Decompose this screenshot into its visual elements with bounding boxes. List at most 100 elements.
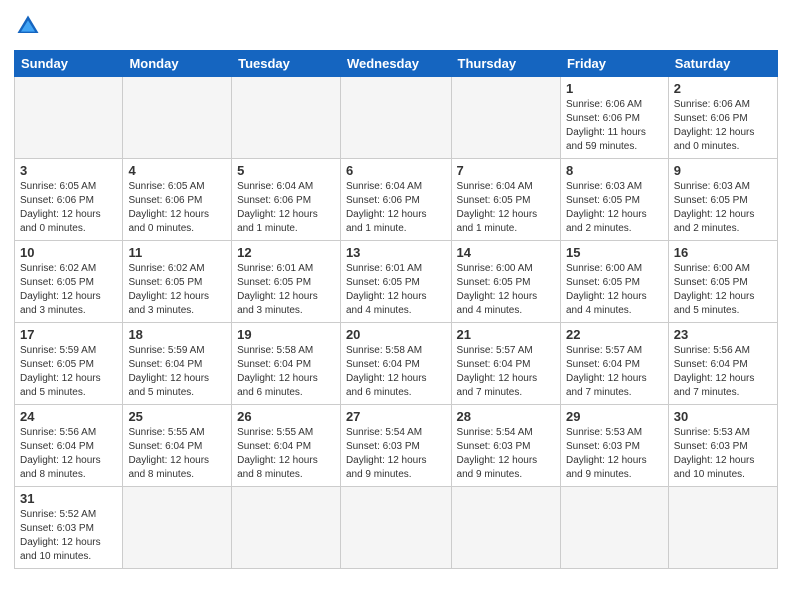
day-info: Sunrise: 5:54 AM Sunset: 6:03 PM Dayligh…: [457, 426, 555, 482]
day-info: Sunrise: 5:57 AM Sunset: 6:04 PM Dayligh…: [566, 344, 663, 400]
day-info: Sunrise: 5:52 AM Sunset: 6:03 PM Dayligh…: [20, 508, 117, 564]
day-number: 7: [457, 163, 555, 178]
day-info: Sunrise: 5:56 AM Sunset: 6:04 PM Dayligh…: [20, 426, 117, 482]
day-cell: 8Sunrise: 6:03 AM Sunset: 6:05 PM Daylig…: [560, 159, 668, 241]
day-info: Sunrise: 5:58 AM Sunset: 6:04 PM Dayligh…: [346, 344, 446, 400]
day-cell: 16Sunrise: 6:00 AM Sunset: 6:05 PM Dayli…: [668, 241, 777, 323]
day-info: Sunrise: 6:06 AM Sunset: 6:06 PM Dayligh…: [566, 98, 663, 154]
weekday-header-monday: Monday: [123, 51, 232, 77]
day-cell: 12 Sunrise: 6:01 AM Sunset: 6:05 PM Dayli…: [232, 241, 341, 323]
day-cell: [560, 487, 668, 569]
day-number: 9: [674, 163, 772, 178]
day-number: 16: [674, 245, 772, 260]
day-number: 4: [128, 163, 226, 178]
week-row-1: 1 Sunrise: 6:06 AM Sunset: 6:06 PM Daylig…: [15, 77, 778, 159]
day-cell: 9 Sunrise: 6:03 AM Sunset: 6:05 PM Daylig…: [668, 159, 777, 241]
day-cell: 15Sunrise: 6:00 AM Sunset: 6:05 PM Dayli…: [560, 241, 668, 323]
day-cell: 11 Sunrise: 6:02 AM Sunset: 6:05 PM Dayli…: [123, 241, 232, 323]
day-cell: 2 Sunrise: 6:06 AM Sunset: 6:06 PM Daylig…: [668, 77, 777, 159]
day-info: Sunrise: 6:06 AM Sunset: 6:06 PM Dayligh…: [674, 98, 772, 154]
day-number: 12: [237, 245, 335, 260]
calendar-table: SundayMondayTuesdayWednesdayThursdayFrid…: [14, 50, 778, 569]
day-info: Sunrise: 6:02 AM Sunset: 6:05 PM Dayligh…: [20, 262, 117, 318]
logo-icon: [14, 12, 42, 40]
day-number: 3: [20, 163, 117, 178]
day-info: Sunrise: 6:05 AM Sunset: 6:06 PM Dayligh…: [128, 180, 226, 236]
day-cell: 20 Sunrise: 5:58 AM Sunset: 6:04 PM Dayli…: [340, 323, 451, 405]
day-cell: 24 Sunrise: 5:56 AM Sunset: 6:04 PM Dayli…: [15, 405, 123, 487]
day-cell: [340, 77, 451, 159]
day-cell: 23Sunrise: 5:56 AM Sunset: 6:04 PM Dayli…: [668, 323, 777, 405]
day-cell: [451, 77, 560, 159]
day-number: 21: [457, 327, 555, 342]
day-number: 29: [566, 409, 663, 424]
day-cell: 10Sunrise: 6:02 AM Sunset: 6:05 PM Dayli…: [15, 241, 123, 323]
logo: [14, 12, 46, 40]
day-number: 26: [237, 409, 335, 424]
day-cell: 29 Sunrise: 5:53 AM Sunset: 6:03 PM Dayli…: [560, 405, 668, 487]
day-number: 22: [566, 327, 663, 342]
day-cell: 17Sunrise: 5:59 AM Sunset: 6:05 PM Dayli…: [15, 323, 123, 405]
day-number: 2: [674, 81, 772, 96]
day-cell: [232, 77, 341, 159]
day-cell: 19Sunrise: 5:58 AM Sunset: 6:04 PM Dayli…: [232, 323, 341, 405]
day-cell: 27 Sunrise: 5:54 AM Sunset: 6:03 PM Dayli…: [340, 405, 451, 487]
day-cell: 31 Sunrise: 5:52 AM Sunset: 6:03 PM Dayli…: [15, 487, 123, 569]
weekday-header-friday: Friday: [560, 51, 668, 77]
day-cell: [232, 487, 341, 569]
week-row-5: 24 Sunrise: 5:56 AM Sunset: 6:04 PM Dayli…: [15, 405, 778, 487]
weekday-header-thursday: Thursday: [451, 51, 560, 77]
day-number: 17: [20, 327, 117, 342]
week-row-6: 31 Sunrise: 5:52 AM Sunset: 6:03 PM Dayli…: [15, 487, 778, 569]
day-number: 15: [566, 245, 663, 260]
day-number: 30: [674, 409, 772, 424]
day-cell: 28 Sunrise: 5:54 AM Sunset: 6:03 PM Dayli…: [451, 405, 560, 487]
day-cell: 13 Sunrise: 6:01 AM Sunset: 6:05 PM Dayli…: [340, 241, 451, 323]
day-number: 28: [457, 409, 555, 424]
weekday-header-tuesday: Tuesday: [232, 51, 341, 77]
day-number: 24: [20, 409, 117, 424]
weekday-header-row: SundayMondayTuesdayWednesdayThursdayFrid…: [15, 51, 778, 77]
day-cell: [668, 487, 777, 569]
weekday-header-wednesday: Wednesday: [340, 51, 451, 77]
day-info: Sunrise: 6:01 AM Sunset: 6:05 PM Dayligh…: [346, 262, 446, 318]
header: [14, 12, 778, 40]
day-number: 25: [128, 409, 226, 424]
day-cell: 1 Sunrise: 6:06 AM Sunset: 6:06 PM Daylig…: [560, 77, 668, 159]
day-info: Sunrise: 6:04 AM Sunset: 6:06 PM Dayligh…: [346, 180, 446, 236]
day-info: Sunrise: 6:04 AM Sunset: 6:06 PM Dayligh…: [237, 180, 335, 236]
day-cell: 22 Sunrise: 5:57 AM Sunset: 6:04 PM Dayli…: [560, 323, 668, 405]
weekday-header-saturday: Saturday: [668, 51, 777, 77]
day-info: Sunrise: 5:53 AM Sunset: 6:03 PM Dayligh…: [674, 426, 772, 482]
week-row-3: 10Sunrise: 6:02 AM Sunset: 6:05 PM Dayli…: [15, 241, 778, 323]
day-cell: 3 Sunrise: 6:05 AM Sunset: 6:06 PM Daylig…: [15, 159, 123, 241]
day-cell: [123, 77, 232, 159]
day-info: Sunrise: 5:59 AM Sunset: 6:04 PM Dayligh…: [128, 344, 226, 400]
day-info: Sunrise: 6:05 AM Sunset: 6:06 PM Dayligh…: [20, 180, 117, 236]
week-row-4: 17Sunrise: 5:59 AM Sunset: 6:05 PM Dayli…: [15, 323, 778, 405]
day-info: Sunrise: 5:58 AM Sunset: 6:04 PM Dayligh…: [237, 344, 335, 400]
day-info: Sunrise: 5:54 AM Sunset: 6:03 PM Dayligh…: [346, 426, 446, 482]
day-number: 1: [566, 81, 663, 96]
page: SundayMondayTuesdayWednesdayThursdayFrid…: [0, 0, 792, 577]
day-number: 31: [20, 491, 117, 506]
day-cell: 4 Sunrise: 6:05 AM Sunset: 6:06 PM Daylig…: [123, 159, 232, 241]
day-info: Sunrise: 6:02 AM Sunset: 6:05 PM Dayligh…: [128, 262, 226, 318]
day-number: 20: [346, 327, 446, 342]
day-info: Sunrise: 6:04 AM Sunset: 6:05 PM Dayligh…: [457, 180, 555, 236]
day-number: 5: [237, 163, 335, 178]
day-cell: [451, 487, 560, 569]
day-info: Sunrise: 5:53 AM Sunset: 6:03 PM Dayligh…: [566, 426, 663, 482]
day-info: Sunrise: 6:03 AM Sunset: 6:05 PM Dayligh…: [674, 180, 772, 236]
day-cell: 26Sunrise: 5:55 AM Sunset: 6:04 PM Dayli…: [232, 405, 341, 487]
day-number: 14: [457, 245, 555, 260]
day-number: 27: [346, 409, 446, 424]
day-cell: 14Sunrise: 6:00 AM Sunset: 6:05 PM Dayli…: [451, 241, 560, 323]
day-number: 13: [346, 245, 446, 260]
day-number: 11: [128, 245, 226, 260]
day-cell: 5 Sunrise: 6:04 AM Sunset: 6:06 PM Daylig…: [232, 159, 341, 241]
day-cell: 21Sunrise: 5:57 AM Sunset: 6:04 PM Dayli…: [451, 323, 560, 405]
day-number: 8: [566, 163, 663, 178]
day-info: Sunrise: 6:01 AM Sunset: 6:05 PM Dayligh…: [237, 262, 335, 318]
day-info: Sunrise: 5:56 AM Sunset: 6:04 PM Dayligh…: [674, 344, 772, 400]
